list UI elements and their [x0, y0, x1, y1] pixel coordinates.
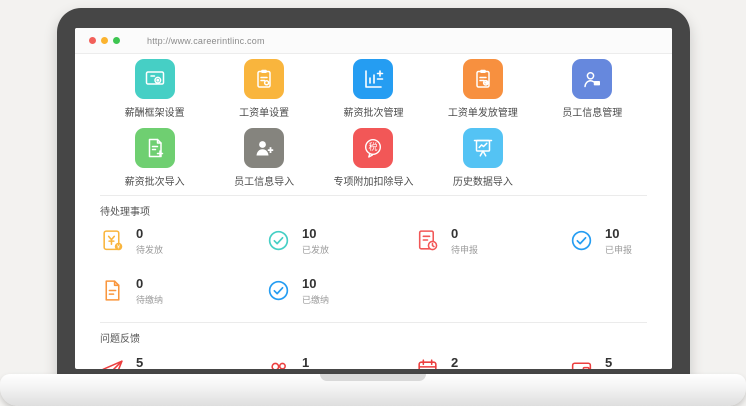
- document-clock-icon: [415, 228, 440, 253]
- stat-declaration-failed[interactable]: 2 申报失败: [415, 356, 569, 369]
- stat-label: 已发放: [302, 243, 329, 256]
- app-payslip-settings[interactable]: 工资单设置: [209, 59, 318, 119]
- check-circle-icon: [266, 228, 291, 253]
- stat-label: 已缴纳: [302, 293, 329, 306]
- stat-label: 待申报: [451, 243, 478, 256]
- url-text: http://www.careerintlinc.com: [147, 36, 265, 46]
- stat-pending-declaration[interactable]: 0 待申报: [415, 227, 569, 256]
- app-label: 员工信息管理: [562, 104, 622, 119]
- browser-titlebar: http://www.careerintlinc.com: [75, 28, 672, 54]
- stat-pending-distribution[interactable]: ¥ 0 待发放: [100, 227, 266, 256]
- stat-value: 10: [302, 277, 329, 291]
- stat-distributed[interactable]: 10 已发放: [266, 227, 415, 256]
- app-salary-batch-import[interactable]: 薪资批次导入: [100, 128, 209, 188]
- check-circle-icon: [266, 278, 291, 303]
- check-circle-icon: [569, 228, 594, 253]
- stat-value: 10: [605, 227, 632, 241]
- chart-plus-minus-icon: [353, 59, 393, 99]
- app-employee-info-import[interactable]: 员工信息导入: [209, 128, 318, 188]
- stat-paid[interactable]: 10 已缴纳: [266, 277, 415, 306]
- app-employee-info-management[interactable]: 员工信息管理: [538, 59, 647, 119]
- stat-value: 0: [451, 227, 478, 241]
- stat-label: 已申报: [605, 243, 632, 256]
- app-payslip-distribution-management[interactable]: 工资单发放管理: [428, 59, 537, 119]
- document-icon: [100, 278, 125, 303]
- monitor-gear-icon: [135, 59, 175, 99]
- feedback-section-title: 问题反馈: [100, 323, 647, 345]
- app-label: 专项附加扣除导入: [333, 173, 413, 188]
- window-close-button[interactable]: [89, 37, 96, 44]
- stat-label: 待发放: [136, 243, 163, 256]
- stat-value: 5: [605, 356, 641, 369]
- document-plus-icon: [135, 128, 175, 168]
- stat-value: 5: [136, 356, 217, 369]
- app-grid-row2: 薪资批次导入 员工信息导入: [100, 128, 647, 188]
- app-label: 工资单设置: [239, 104, 289, 119]
- stat-value: 2: [451, 356, 487, 369]
- svg-text:税: 税: [369, 141, 378, 152]
- stat-value: 0: [136, 227, 163, 241]
- stat-value: 0: [136, 277, 163, 291]
- feedback-stats-grid: 5 薪资发放待补充信息: [100, 356, 647, 369]
- app-salary-framework-settings[interactable]: 薪酬框架设置: [100, 59, 209, 119]
- wallet-icon: [569, 357, 594, 369]
- window-minimize-button[interactable]: [101, 37, 108, 44]
- stat-payment-failed[interactable]: 5 缴纳失败: [569, 356, 647, 369]
- stat-value: 10: [302, 227, 329, 241]
- laptop-base: [0, 374, 746, 406]
- stat-declared[interactable]: 10 已申报: [569, 227, 647, 256]
- app-salary-batch-management[interactable]: 薪资批次管理: [319, 59, 428, 119]
- laptop-screen-bezel: http://www.careerintlinc.com 薪酬框架设置: [57, 8, 690, 385]
- stat-label: 待缴纳: [136, 293, 163, 306]
- pending-section-title: 待处理事项: [100, 196, 647, 218]
- tax-bubble-icon: 税: [353, 128, 393, 168]
- app-label: 薪酬框架设置: [125, 104, 185, 119]
- app-label: 薪资批次导入: [125, 173, 185, 188]
- yuan-document-icon: ¥: [100, 228, 125, 253]
- app-grid-row1: 薪酬框架设置 工资单设置: [100, 59, 647, 119]
- app-special-deduction-import[interactable]: 税 专项附加扣除导入: [319, 128, 428, 188]
- pending-stats-grid: ¥ 0 待发放: [100, 227, 647, 306]
- app-label: 历史数据导入: [453, 173, 513, 188]
- app-label: 员工信息导入: [234, 173, 294, 188]
- calendar-x-icon: [415, 357, 440, 369]
- stat-value: 1: [302, 356, 383, 369]
- dashboard-content: 薪酬框架设置 工资单设置: [75, 59, 672, 369]
- app-history-data-import[interactable]: 历史数据导入: [428, 128, 537, 188]
- clipboard-send-icon: [463, 59, 503, 99]
- presentation-chart-icon: [463, 128, 503, 168]
- stat-distribution-info-needed[interactable]: 5 薪资发放待补充信息: [100, 356, 266, 369]
- person-card-icon: [572, 59, 612, 99]
- clipboard-settings-icon: [244, 59, 284, 99]
- person-plus-icon: [244, 128, 284, 168]
- paper-plane-icon: [100, 357, 125, 369]
- app-label: 薪资批次管理: [343, 104, 403, 119]
- stat-tax-declaration-info-needed[interactable]: 1 个税申报待补充信息: [266, 356, 415, 369]
- app-label: 工资单发放管理: [448, 104, 518, 119]
- window-maximize-button[interactable]: [113, 37, 120, 44]
- page-background: http://www.careerintlinc.com 薪酬框架设置: [0, 0, 746, 406]
- stat-pending-payment[interactable]: 0 待缴纳: [100, 277, 266, 306]
- browser-window: http://www.careerintlinc.com 薪酬框架设置: [75, 28, 672, 369]
- people-icon: [266, 357, 291, 369]
